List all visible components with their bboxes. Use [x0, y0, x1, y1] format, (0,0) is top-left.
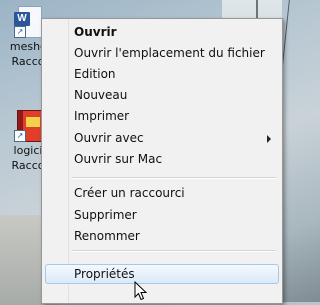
menu-item-ouvrir-sur-mac[interactable]: Ouvrir sur Mac — [45, 149, 279, 169]
submenu-arrow-icon — [267, 135, 271, 143]
menu-item-creer-raccourci[interactable]: Créer un raccourci — [45, 183, 279, 203]
menu-item-ouvrir-avec[interactable]: Ouvrir avec — [45, 128, 279, 148]
menu-item-nouveau[interactable]: Nouveau — [45, 85, 279, 105]
menu-item-proprietes[interactable]: Propriétés — [45, 264, 279, 284]
context-menu: Ouvrir Ouvrir l'emplacement du fichier E… — [41, 18, 283, 304]
menu-item-supprimer[interactable]: Supprimer — [45, 205, 279, 225]
menu-separator — [72, 177, 276, 179]
shortcut-arrow-icon: ↗ — [14, 26, 26, 38]
menu-item-imprimer[interactable]: Imprimer — [45, 106, 279, 126]
word-badge: W — [14, 12, 30, 26]
mouse-cursor-icon — [134, 281, 148, 301]
shortcut-arrow-icon: ↗ — [14, 130, 26, 142]
menu-item-label: Ouvrir avec — [74, 131, 144, 145]
menu-item-edition[interactable]: Edition — [45, 64, 279, 84]
book-icon: ↗ — [14, 108, 43, 142]
menu-item-renommer[interactable]: Renommer — [45, 226, 279, 246]
menu-separator — [72, 250, 276, 252]
menu-item-ouvrir[interactable]: Ouvrir — [45, 22, 279, 42]
word-document-icon: W ↗ — [14, 4, 42, 38]
menu-item-ouvrir-emplacement[interactable]: Ouvrir l'emplacement du fichier — [45, 43, 279, 63]
